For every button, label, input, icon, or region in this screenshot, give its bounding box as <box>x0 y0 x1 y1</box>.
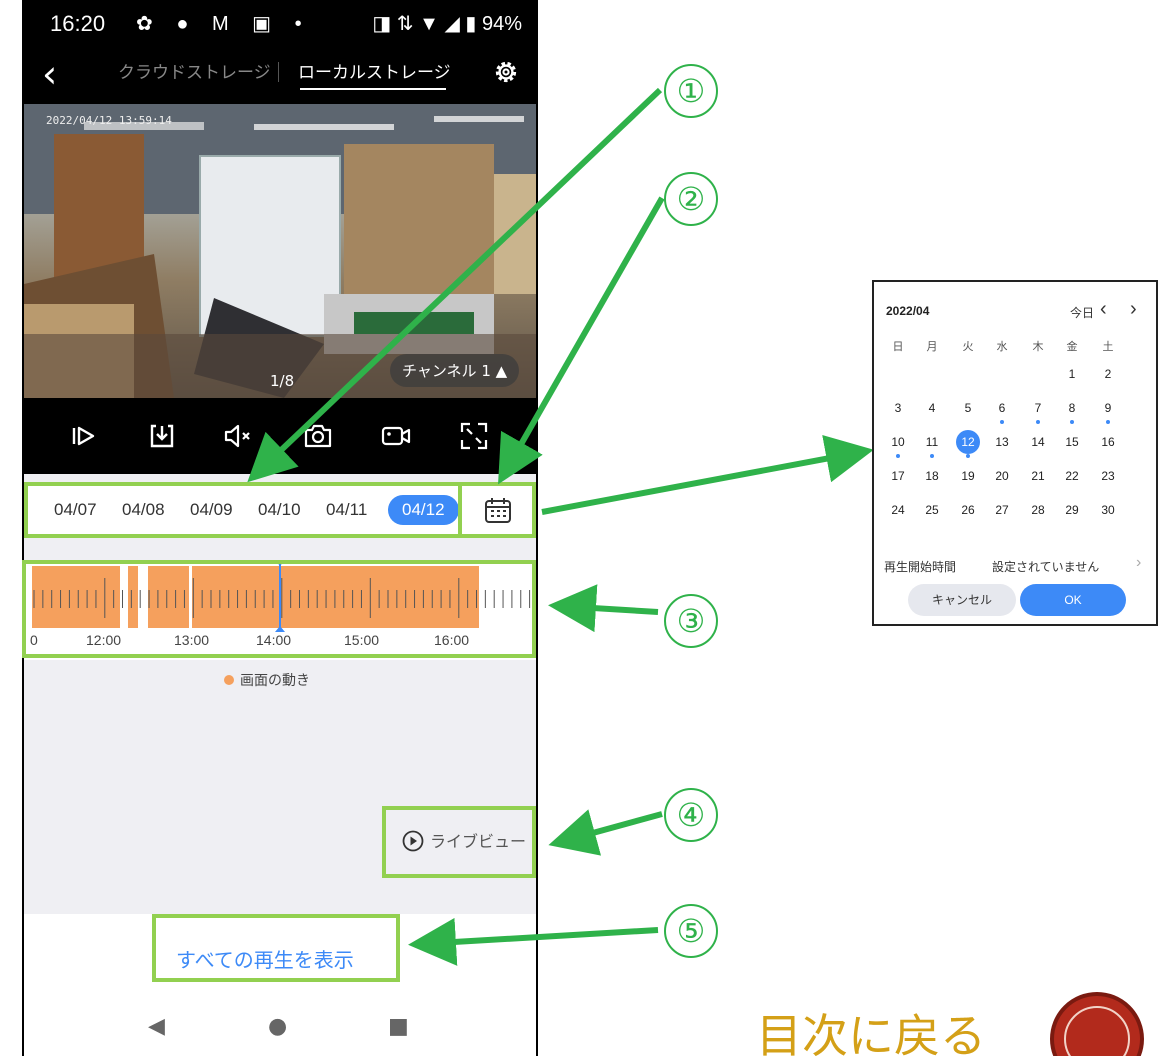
nav-back-button[interactable]: ◀ <box>148 1014 165 1039</box>
calendar-day[interactable]: 30 <box>1096 498 1120 522</box>
calendar-day[interactable]: 13 <box>990 430 1014 454</box>
calendar-day[interactable]: 4 <box>920 396 944 420</box>
weekday-label: 木 <box>1032 341 1044 353</box>
record-icon[interactable] <box>380 420 412 452</box>
active-tab-indicator <box>300 88 446 90</box>
recording-dot <box>896 454 900 458</box>
android-nav-bar: ◀ ● ■ <box>24 1000 536 1056</box>
callout-5: ⑤ <box>664 904 718 958</box>
snapshot-icon[interactable] <box>302 420 334 452</box>
nav-recents-button[interactable]: ■ <box>388 1014 409 1039</box>
callout-3: ③ <box>664 594 718 648</box>
calendar-day[interactable]: 16 <box>1096 430 1120 454</box>
highlight-timeline <box>22 560 536 658</box>
mute-icon[interactable] <box>222 420 254 452</box>
calendar-day[interactable]: 27 <box>990 498 1014 522</box>
calendar-day[interactable]: 15 <box>1060 430 1084 454</box>
recording-dot <box>1070 420 1074 424</box>
weekday-label: 土 <box>1102 341 1114 353</box>
recording-dot <box>930 454 934 458</box>
calendar-day[interactable]: 3 <box>886 396 910 420</box>
calendar-day[interactable]: 18 <box>920 464 944 488</box>
calendar-day[interactable]: 25 <box>920 498 944 522</box>
badge-logo <box>1050 992 1144 1056</box>
calendar-day[interactable]: 8 <box>1060 396 1084 424</box>
status-battery: ◨ ⇅ ▼ ◢ ▮ 94% <box>372 13 522 35</box>
calendar-day[interactable]: 29 <box>1060 498 1084 522</box>
fullscreen-icon[interactable] <box>458 420 490 452</box>
tab-local-storage[interactable]: ローカルストレージ <box>298 58 451 83</box>
video-player[interactable]: 2022/04/12 13:59:14 1/8 チャンネル 1 ▲ <box>24 104 536 398</box>
calendar-day[interactable]: 2 <box>1096 362 1120 386</box>
calendar-day[interactable]: 5 <box>956 396 980 420</box>
calendar-day[interactable]: 11 <box>920 430 944 458</box>
back-to-toc-link[interactable]: 目次に戻る <box>756 1000 986 1056</box>
calendar-day[interactable]: 20 <box>990 464 1014 488</box>
player-controls <box>24 398 536 474</box>
recording-dot <box>1036 420 1040 424</box>
status-bar: 16:20 ✿ ● M ▣ • ◨ ⇅ ▼ ◢ ▮ 94% <box>24 0 536 46</box>
calendar-next-button[interactable]: › <box>1130 298 1137 321</box>
highlight-date-list <box>24 482 462 538</box>
weekday-label: 火 <box>962 341 974 353</box>
download-icon[interactable] <box>146 420 178 452</box>
back-button[interactable]: ‹ <box>42 52 57 96</box>
calendar-day[interactable]: 21 <box>1026 464 1050 488</box>
calendar-prev-button[interactable]: ‹ <box>1100 298 1107 321</box>
motion-legend-label: 画面の動き <box>240 673 310 689</box>
recording-dot <box>1106 420 1110 424</box>
calendar-day[interactable]: 26 <box>956 498 980 522</box>
calendar-day[interactable]: 6 <box>990 396 1014 424</box>
highlight-show-all <box>152 914 400 982</box>
calendar-day[interactable]: 7 <box>1026 396 1050 424</box>
tab-separator <box>278 62 279 82</box>
recording-dot <box>966 454 970 458</box>
clip-counter: 1/8 <box>270 372 295 390</box>
tab-cloud-storage[interactable]: クラウドストレージ <box>118 58 271 83</box>
start-time-label: 再生開始時間 <box>884 560 957 574</box>
status-icons: ✿ ● M ▣ • <box>136 13 311 35</box>
calendar-popup: 2022/04 今日 ‹ › 日月火水木金土 1 2 3 4 5 6 7 8 9 10 11 12 13 1… <box>872 280 1158 626</box>
calendar-day[interactable]: 22 <box>1060 464 1084 488</box>
callout-2: ② <box>664 172 718 226</box>
calendar-ok-button[interactable]: OK <box>1020 584 1126 616</box>
calendar-cancel-button[interactable]: キャンセル <box>908 584 1016 616</box>
weekday-label: 月 <box>926 341 938 353</box>
recording-dot <box>1000 420 1004 424</box>
calendar-day[interactable]: 24 <box>886 498 910 522</box>
start-time-value[interactable]: 設定されていません <box>992 558 1099 575</box>
callout-1: ① <box>664 64 718 118</box>
calendar-day[interactable]: 9 <box>1096 396 1120 424</box>
channel-selector[interactable]: チャンネル 1 ▲ <box>390 354 520 387</box>
video-timestamp: 2022/04/12 13:59:14 <box>46 114 172 127</box>
calendar-day[interactable]: 19 <box>956 464 980 488</box>
calendar-month: 2022/04 <box>886 304 930 318</box>
gear-icon[interactable] <box>492 58 520 86</box>
highlight-calendar-button <box>458 482 536 538</box>
status-time: 16:20 <box>50 11 106 36</box>
weekday-label: 金 <box>1066 341 1078 353</box>
weekday-label: 日 <box>892 341 904 353</box>
calendar-day[interactable]: 23 <box>1096 464 1120 488</box>
app-bar: ‹ クラウドストレージ ローカルストレージ <box>24 46 536 104</box>
calendar-day[interactable]: 12 <box>956 430 980 458</box>
timeline-legend: 画面の動き <box>224 670 310 690</box>
highlight-liveview <box>382 806 536 878</box>
calendar-day[interactable]: 14 <box>1026 430 1050 454</box>
nav-home-button[interactable]: ● <box>268 1014 287 1039</box>
calendar-day[interactable]: 28 <box>1026 498 1050 522</box>
callout-4: ④ <box>664 788 718 842</box>
calendar-day[interactable]: 10 <box>886 430 910 458</box>
chevron-right-icon[interactable]: › <box>1136 554 1141 572</box>
play-step-icon[interactable] <box>68 420 100 452</box>
motion-legend-dot <box>224 675 234 685</box>
calendar-day[interactable]: 17 <box>886 464 910 488</box>
calendar-today-button[interactable]: 今日 <box>1070 304 1094 321</box>
weekday-label: 水 <box>996 341 1008 353</box>
calendar-day[interactable]: 1 <box>1060 362 1084 386</box>
